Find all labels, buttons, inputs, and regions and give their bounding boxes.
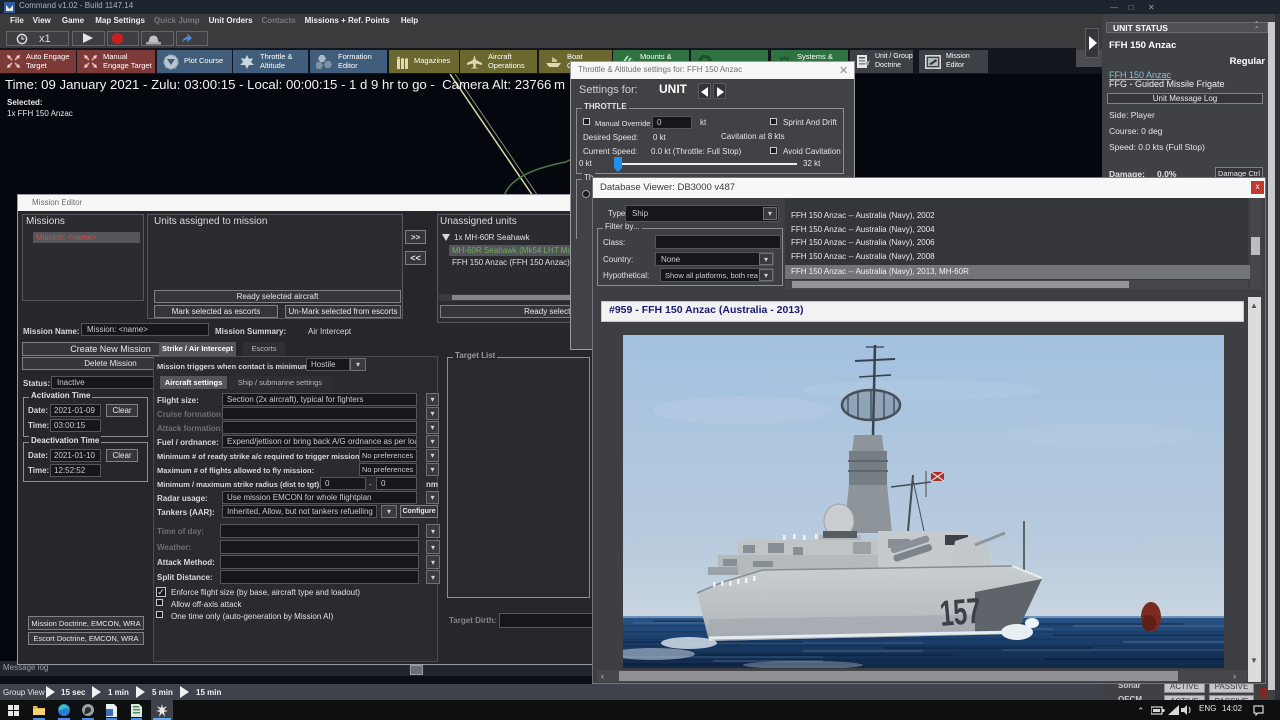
svg-text:157: 157 [938, 590, 982, 634]
